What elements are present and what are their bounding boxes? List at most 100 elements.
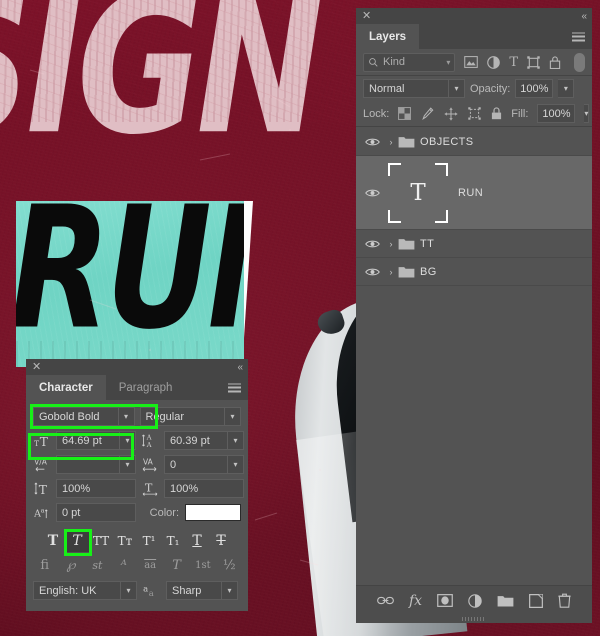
all-caps-button[interactable]: TT <box>89 530 113 552</box>
tab-paragraph[interactable]: Paragraph <box>106 375 186 400</box>
blend-mode-select[interactable]: Normal ▾ <box>363 79 465 98</box>
standard-ligatures-button[interactable]: fi <box>33 555 56 575</box>
fill-input[interactable]: 100% <box>537 104 576 123</box>
new-group-icon[interactable] <box>497 594 514 607</box>
underline-button[interactable]: T <box>185 530 209 552</box>
add-layer-mask-icon[interactable] <box>437 594 453 607</box>
layers-panel[interactable]: ✕ « Layers Kind ▾ T Normal ▾ Opacity: 10… <box>356 8 592 623</box>
lock-image-pixels-icon[interactable] <box>421 106 434 121</box>
filter-enable-toggle[interactable] <box>574 52 585 72</box>
pixel-layer-filter-icon[interactable] <box>464 56 479 68</box>
smart-object-filter-icon[interactable] <box>549 55 561 69</box>
chevron-down-icon[interactable]: ▾ <box>117 408 134 425</box>
character-panel-menu-icon[interactable] <box>228 383 241 392</box>
layers-panel-menu-icon[interactable] <box>572 32 585 41</box>
svg-text:a: a <box>143 583 148 593</box>
lock-transparent-pixels-icon[interactable] <box>398 107 412 120</box>
svg-text:T: T <box>39 483 47 496</box>
chevron-down-icon[interactable]: ▾ <box>224 408 240 425</box>
lock-all-icon[interactable] <box>491 107 502 120</box>
opacity-stepper-chevron-down-icon[interactable]: ▾ <box>558 79 575 98</box>
chevron-down-icon[interactable]: ▾ <box>221 582 237 599</box>
character-panel[interactable]: ✕ « Character Paragraph Gobold Bold ▾ Re… <box>26 359 248 611</box>
table-row[interactable]: › BG <box>356 258 592 286</box>
layer-list[interactable]: › OBJECTS T RUN › TT › BG <box>356 128 592 577</box>
type-layer-filter-icon[interactable]: T <box>509 56 518 69</box>
opacity-value: 100% <box>520 82 549 95</box>
scale-row: T 100% T 100% <box>33 479 244 498</box>
fractions-button[interactable]: ½ <box>218 555 241 575</box>
vertical-scale-input[interactable]: 100% <box>56 479 136 498</box>
character-panel-tabrow: Character Paragraph <box>26 375 248 400</box>
lock-row: Lock: Fill: 100% ▾ <box>356 101 592 127</box>
add-layer-style-icon[interactable]: fx <box>409 593 422 609</box>
new-adjustment-layer-icon[interactable] <box>468 593 482 608</box>
visibility-toggle[interactable] <box>360 188 384 198</box>
layer-thumbnail[interactable]: T <box>388 162 448 223</box>
lock-position-icon[interactable] <box>444 107 458 121</box>
link-layers-icon[interactable] <box>377 595 394 606</box>
ordinals-button[interactable]: 1st <box>191 555 214 575</box>
svg-text:V/A: V/A <box>34 458 48 467</box>
table-row[interactable]: › OBJECTS <box>356 128 592 156</box>
chevron-down-icon[interactable]: ▾ <box>446 58 450 67</box>
chevron-right-icon[interactable]: › <box>384 137 398 147</box>
search-icon <box>369 57 378 67</box>
close-icon[interactable]: ✕ <box>362 10 371 22</box>
kerning-input[interactable]: ▾ <box>56 455 136 474</box>
shape-layer-filter-icon[interactable] <box>527 55 540 69</box>
contextual-alternates-button[interactable]: ℘ <box>59 555 82 575</box>
fill-stepper-chevron-down-icon[interactable]: ▾ <box>584 104 590 123</box>
text-color-swatch[interactable] <box>185 504 241 521</box>
baseline-shift-input[interactable]: 0 pt <box>56 503 136 522</box>
chevron-down-icon[interactable]: ▾ <box>119 456 135 473</box>
delete-layer-icon[interactable] <box>558 593 571 608</box>
chevron-down-icon[interactable]: ▾ <box>120 582 136 599</box>
small-caps-button[interactable]: Tт <box>113 530 137 552</box>
font-style-select[interactable]: Regular ▾ <box>139 407 241 426</box>
faux-bold-button[interactable]: T <box>41 530 65 552</box>
collapse-panel-icon[interactable]: « <box>237 362 242 373</box>
tab-character[interactable]: Character <box>26 375 106 400</box>
opacity-input[interactable]: 100% <box>515 79 554 98</box>
faux-italic-button[interactable]: T <box>65 530 89 552</box>
folder-icon <box>398 237 420 250</box>
opacity-label: Opacity: <box>470 82 511 95</box>
lock-artboard-nesting-icon[interactable] <box>468 107 482 120</box>
discretionary-ligatures-button[interactable]: st <box>86 555 109 575</box>
collapse-panel-icon[interactable]: « <box>581 11 586 22</box>
superscript-button[interactable]: T¹ <box>137 530 161 552</box>
panel-resize-grip[interactable] <box>356 615 592 623</box>
antialias-select[interactable]: Sharp ▾ <box>166 581 238 600</box>
visibility-toggle[interactable] <box>360 137 384 147</box>
tracking-input[interactable]: 0 ▾ <box>164 455 244 474</box>
font-family-select[interactable]: Gobold Bold ▾ <box>33 407 135 426</box>
stylistic-alternates-button[interactable]: aa <box>139 555 162 575</box>
table-row[interactable]: T RUN <box>356 156 592 230</box>
visibility-toggle[interactable] <box>360 239 384 249</box>
table-row[interactable]: › TT <box>356 230 592 258</box>
adjustment-layer-filter-icon[interactable] <box>487 55 501 69</box>
new-layer-icon[interactable] <box>529 593 543 608</box>
visibility-toggle[interactable] <box>360 267 384 277</box>
chevron-down-icon[interactable]: ▾ <box>119 432 135 449</box>
swash-button[interactable]: ᴬ <box>112 555 135 575</box>
font-size-input[interactable]: 64.69 pt ▾ <box>56 431 136 450</box>
language-select[interactable]: English: UK ▾ <box>33 581 137 600</box>
svg-text:A: A <box>146 441 152 448</box>
chevron-down-icon[interactable]: ▾ <box>227 456 243 473</box>
filter-kind-select[interactable]: Kind ▾ <box>363 52 456 72</box>
close-icon[interactable]: ✕ <box>32 361 41 373</box>
strikethrough-button[interactable]: T <box>209 530 233 552</box>
titling-alternates-button[interactable]: T <box>165 555 188 575</box>
anti-alias-icon: aa <box>142 583 161 598</box>
chevron-down-icon[interactable]: ▾ <box>448 80 464 97</box>
chevron-right-icon[interactable]: › <box>384 267 398 277</box>
leading-input[interactable]: 60.39 pt ▾ <box>164 431 244 450</box>
size-leading-row: TT 64.69 pt ▾ AA 60.39 pt ▾ <box>33 431 244 450</box>
tab-layers[interactable]: Layers <box>356 24 420 49</box>
chevron-down-icon[interactable]: ▾ <box>227 432 243 449</box>
chevron-right-icon[interactable]: › <box>384 239 398 249</box>
horizontal-scale-input[interactable]: 100% <box>164 479 244 498</box>
subscript-button[interactable]: T₁ <box>161 530 185 552</box>
